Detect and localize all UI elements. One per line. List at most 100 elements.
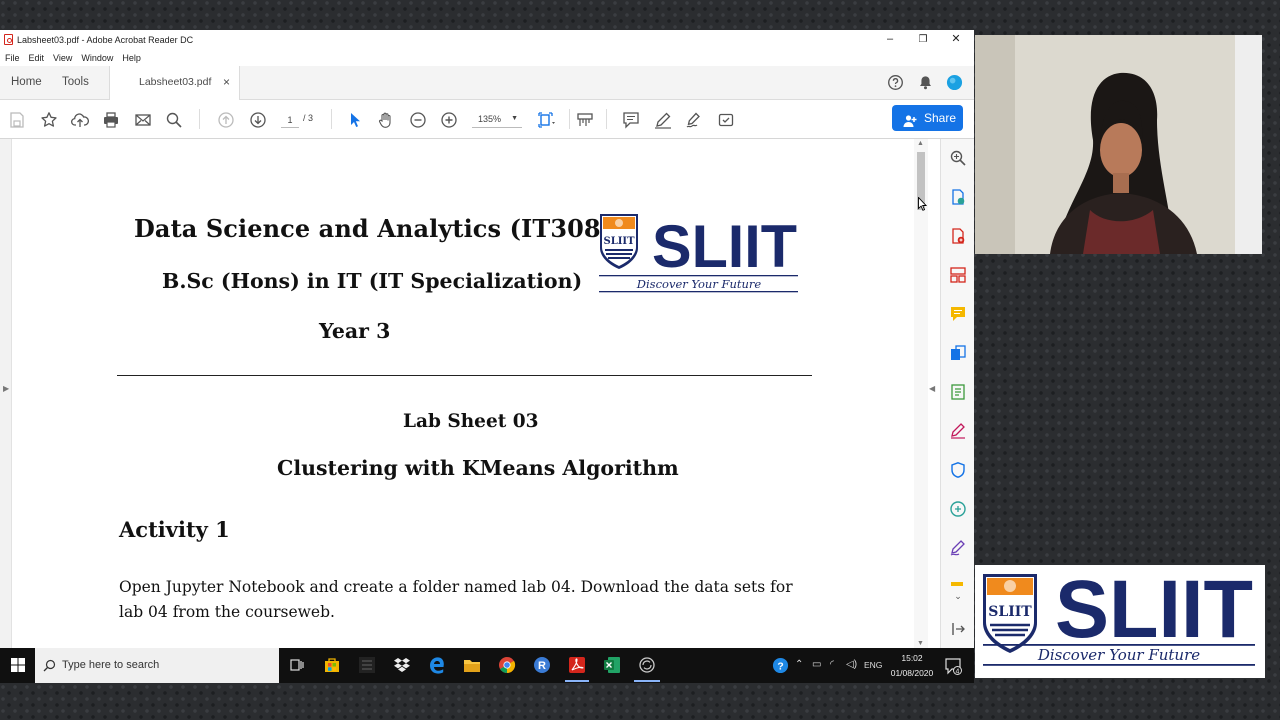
- year-title: Year 3: [319, 319, 391, 343]
- stamp-icon[interactable]: [949, 576, 967, 586]
- next-page-icon[interactable]: [249, 111, 267, 129]
- menu-edit[interactable]: Edit: [29, 53, 45, 63]
- zoom-dropdown[interactable]: 135% ▼: [472, 110, 522, 128]
- fit-page-icon[interactable]: [537, 111, 555, 129]
- notification-count: 4: [956, 668, 960, 675]
- acrobat-app-icon: [4, 34, 13, 45]
- battery-icon[interactable]: ▭: [812, 659, 821, 670]
- file-explorer-icon[interactable]: [463, 656, 481, 674]
- logo-wordmark: SLIIT: [1055, 565, 1253, 655]
- acrobat-reader-icon[interactable]: [568, 656, 586, 674]
- select-cursor-icon[interactable]: [346, 111, 364, 129]
- collapse-panel-icon[interactable]: [949, 620, 967, 638]
- protect-shield-icon[interactable]: [949, 461, 967, 479]
- send-for-review-icon[interactable]: [949, 500, 967, 518]
- window-title: Labsheet03.pdf - Adobe Acrobat Reader DC: [17, 34, 194, 45]
- dropbox-icon[interactable]: [393, 656, 411, 674]
- minimize-button[interactable]: –: [874, 30, 906, 49]
- show-hidden-icons-icon[interactable]: ⌃: [795, 659, 803, 670]
- help-icon[interactable]: [887, 74, 904, 91]
- toolbar-divider: [606, 109, 607, 129]
- page-number-input[interactable]: [281, 112, 299, 128]
- menu-view[interactable]: View: [53, 53, 72, 63]
- notification-bell-icon[interactable]: [917, 74, 934, 91]
- microsoft-store-icon[interactable]: [323, 656, 341, 674]
- presenter-webcam: [975, 35, 1262, 254]
- upload-cloud-icon[interactable]: [71, 111, 89, 129]
- scroll-up-icon[interactable]: ▲: [917, 140, 924, 147]
- search-icon[interactable]: [949, 149, 967, 167]
- wifi-icon[interactable]: ◜: [830, 659, 834, 670]
- crest-text: SLIIT: [603, 236, 635, 247]
- windows-start-icon[interactable]: [11, 658, 25, 672]
- pdf-page: Data Science and Analytics (IT3080) B.Sc…: [13, 139, 913, 648]
- course-title: Data Science and Analytics (IT3080): [134, 214, 629, 243]
- combine-files-icon[interactable]: [949, 344, 967, 362]
- bookmark-star-icon[interactable]: [40, 111, 58, 129]
- excel-icon[interactable]: [603, 656, 621, 674]
- chrome-browser-icon[interactable]: [498, 656, 516, 674]
- fill-and-sign-icon[interactable]: [949, 422, 967, 440]
- document-viewport[interactable]: ▶ Data Science and Analytics (IT3080) B.…: [0, 139, 940, 648]
- sliit-logo: SLIIT SLIIT Discover Your Future: [983, 564, 1255, 666]
- fill-sign-icon[interactable]: [685, 111, 703, 129]
- comment-tool-icon[interactable]: [949, 305, 967, 323]
- left-panel-toggle[interactable]: ▶: [0, 139, 12, 648]
- scroll-down-icon[interactable]: ▼: [917, 640, 924, 647]
- scrolling-mode-icon[interactable]: [576, 111, 594, 129]
- tab-tools[interactable]: Tools: [62, 66, 89, 100]
- r-app-icon[interactable]: R: [533, 656, 551, 674]
- tab-document-label: Labsheet03.pdf: [139, 76, 212, 88]
- app-grid-icon[interactable]: [358, 656, 376, 674]
- clock-date: 01/08/2020: [890, 668, 934, 678]
- organize-pages-icon[interactable]: [949, 266, 967, 284]
- active-app-indicator: [565, 680, 589, 682]
- help-tray-icon[interactable]: ?: [772, 657, 789, 674]
- chevron-down-icon[interactable]: ⌄: [949, 591, 967, 609]
- chevron-right-icon: ▶: [3, 384, 10, 393]
- tab-close-icon[interactable]: ×: [223, 66, 230, 99]
- previous-page-icon[interactable]: [217, 111, 235, 129]
- edge-browser-icon[interactable]: [428, 656, 446, 674]
- menu-file[interactable]: File: [5, 53, 20, 63]
- sign-pen-icon[interactable]: [949, 539, 967, 557]
- header-divider: [117, 375, 812, 376]
- taskbar-search-box[interactable]: Type here to search: [35, 648, 279, 683]
- email-icon[interactable]: [134, 111, 152, 129]
- search-icon: [43, 659, 56, 672]
- restore-button[interactable]: ❐: [907, 30, 939, 49]
- sliit-crest: SLIIT: [600, 214, 638, 269]
- cloud-sync-icon[interactable]: [638, 656, 656, 674]
- right-panel-collapse-icon[interactable]: ◀: [929, 384, 935, 393]
- volume-icon[interactable]: ◁): [846, 659, 857, 670]
- toolbar-divider: [569, 109, 570, 129]
- tab-document[interactable]: Labsheet03.pdf ×: [109, 66, 240, 100]
- toolbar-divider: [199, 109, 200, 129]
- zoom-value: 135%: [478, 114, 502, 124]
- share-button[interactable]: Share: [892, 105, 963, 131]
- comment-icon[interactable]: [622, 111, 640, 129]
- vertical-scrollbar[interactable]: ▲ ▼: [914, 139, 928, 648]
- hand-tool-icon[interactable]: [377, 111, 395, 129]
- tab-home[interactable]: Home: [11, 66, 42, 100]
- language-indicator[interactable]: ENG: [864, 660, 882, 670]
- action-center-icon[interactable]: 4: [944, 657, 962, 675]
- system-clock[interactable]: 15:02 01/08/2020: [889, 651, 935, 681]
- print-icon[interactable]: [102, 111, 120, 129]
- menu-window[interactable]: Window: [81, 53, 113, 63]
- task-view-icon[interactable]: [288, 656, 306, 674]
- add-person-icon: [903, 111, 917, 127]
- save-icon[interactable]: [8, 111, 26, 129]
- search-zoom-icon[interactable]: [165, 111, 183, 129]
- export-pdf-icon[interactable]: [949, 188, 967, 206]
- account-icon[interactable]: [946, 74, 963, 91]
- zoom-in-icon[interactable]: [440, 111, 458, 129]
- topic-title: Clustering with KMeans Algorithm: [277, 456, 679, 480]
- close-window-button[interactable]: ✕: [940, 30, 972, 49]
- create-pdf-icon[interactable]: [949, 227, 967, 245]
- zoom-out-icon[interactable]: [409, 111, 427, 129]
- more-tools-icon[interactable]: [717, 111, 735, 129]
- menu-help[interactable]: Help: [122, 53, 141, 63]
- edit-pdf-icon[interactable]: [949, 383, 967, 401]
- highlight-pen-icon[interactable]: [654, 111, 672, 129]
